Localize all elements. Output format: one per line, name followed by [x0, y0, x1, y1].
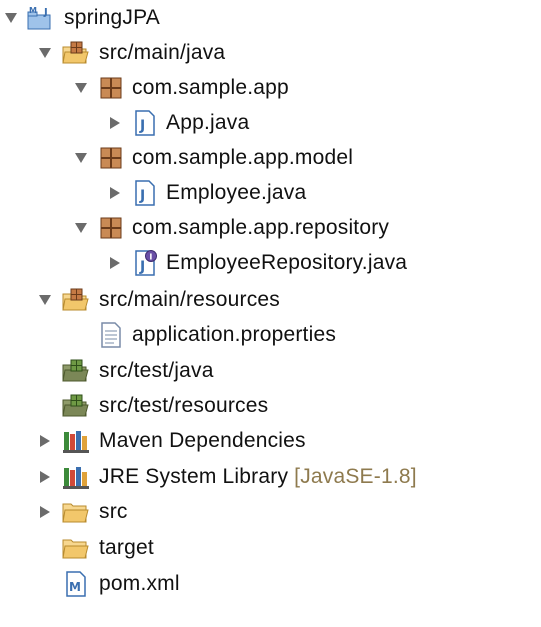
library-icon	[62, 464, 90, 490]
chevron-down-icon[interactable]	[35, 36, 55, 70]
tree-row-src-main-java[interactable]: src/main/java	[0, 36, 541, 70]
tree-label: springJPA	[64, 6, 160, 29]
tree-label: Maven Dependencies	[99, 429, 306, 452]
library-icon	[62, 428, 90, 454]
svg-text:M: M	[29, 6, 37, 15]
properties-file-icon	[97, 322, 125, 348]
chevron-down-icon[interactable]	[71, 141, 91, 175]
test-source-folder-icon	[62, 358, 90, 384]
tree-row-jre-system-library[interactable]: JRE System Library [JavaSE-1.8]	[0, 460, 541, 494]
tree-row-src-test-java[interactable]: src/test/java	[0, 354, 541, 388]
source-folder-icon	[62, 287, 90, 313]
chevron-down-icon[interactable]	[71, 71, 91, 105]
chevron-right-icon[interactable]	[35, 460, 55, 494]
tree-row-application-properties[interactable]: application.properties	[0, 318, 541, 352]
folder-icon	[62, 535, 90, 561]
svg-text:J: J	[139, 188, 145, 204]
tree-row-package-app[interactable]: com.sample.app	[0, 71, 541, 105]
test-source-folder-icon	[62, 393, 90, 419]
tree-label: src/test/java	[99, 359, 214, 382]
tree-label: JRE System Library	[99, 465, 289, 488]
tree-row-package-model[interactable]: com.sample.app.model	[0, 141, 541, 175]
tree-label-decoration: [JavaSE-1.8]	[294, 465, 417, 488]
tree-label: com.sample.app	[132, 76, 289, 99]
tree-row-app-java[interactable]: J App.java	[0, 106, 541, 140]
source-folder-icon	[62, 40, 90, 66]
maven-java-project-icon: M J	[26, 5, 54, 31]
tree-label: src/main/resources	[99, 288, 280, 311]
tree-label: com.sample.app.model	[132, 146, 354, 169]
tree-row-employee-java[interactable]: J Employee.java	[0, 176, 541, 210]
tree-row-project[interactable]: M J springJPA	[0, 1, 541, 35]
tree-row-maven-dependencies[interactable]: Maven Dependencies	[0, 424, 541, 458]
chevron-right-icon[interactable]	[35, 495, 55, 529]
maven-pom-file-icon: M	[62, 571, 90, 597]
svg-text:J: J	[139, 118, 145, 134]
chevron-right-icon[interactable]	[105, 176, 125, 210]
svg-text:J: J	[43, 7, 48, 18]
tree-label: App.java	[166, 111, 250, 134]
chevron-right-icon[interactable]	[105, 246, 125, 280]
tree-label-group: JRE System Library [JavaSE-1.8]	[99, 460, 417, 494]
package-icon	[97, 215, 125, 241]
tree-label: EmployeeRepository.java	[166, 251, 408, 274]
chevron-right-icon[interactable]	[105, 106, 125, 140]
tree-label: application.properties	[132, 323, 337, 346]
tree-row-src-main-resources[interactable]: src/main/resources	[0, 283, 541, 317]
folder-icon	[62, 499, 90, 525]
java-interface-file-icon: J I	[131, 250, 159, 276]
tree-row-target[interactable]: target	[0, 531, 541, 565]
package-icon	[97, 75, 125, 101]
tree-row-src-test-resources[interactable]: src/test/resources	[0, 389, 541, 423]
tree-label: target	[99, 536, 154, 559]
tree-label: src/test/resources	[99, 394, 269, 417]
tree-row-employee-repository-java[interactable]: J I EmployeeRepository.java	[0, 246, 541, 280]
chevron-right-icon[interactable]	[35, 424, 55, 458]
java-file-icon: J	[131, 180, 159, 206]
tree-row-src[interactable]: src	[0, 495, 541, 529]
svg-text:I: I	[149, 253, 152, 262]
tree-label: pom.xml	[99, 572, 180, 595]
tree-label: src	[99, 500, 128, 523]
svg-text:M: M	[69, 580, 81, 594]
chevron-down-icon[interactable]	[1, 1, 21, 35]
tree-row-pom-xml[interactable]: M pom.xml	[0, 567, 541, 601]
tree-label: Employee.java	[166, 181, 307, 204]
project-explorer-tree: M J springJPA src/main/java com.sample.a…	[0, 0, 541, 627]
svg-text:J: J	[139, 259, 145, 275]
chevron-down-icon[interactable]	[71, 211, 91, 245]
tree-label: com.sample.app.repository	[132, 216, 390, 239]
package-icon	[97, 145, 125, 171]
chevron-down-icon[interactable]	[35, 283, 55, 317]
tree-row-package-repository[interactable]: com.sample.app.repository	[0, 211, 541, 245]
java-file-icon: J	[131, 110, 159, 136]
tree-label: src/main/java	[99, 41, 226, 64]
